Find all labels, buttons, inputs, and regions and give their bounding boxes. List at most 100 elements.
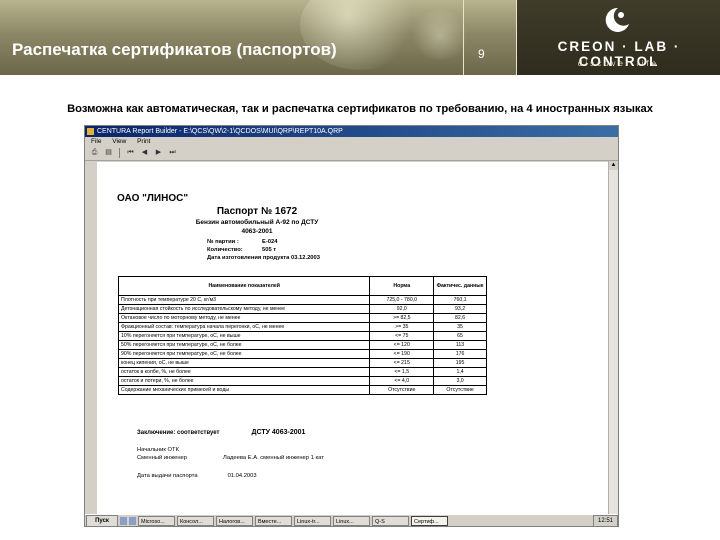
conclusion: Заключение: соответствует ДСТУ 4063-2001 bbox=[137, 429, 306, 436]
row-parameter: 90% перегоняется при температуре, оС, не… bbox=[117, 349, 371, 359]
batch-number: № партии : Е-024 bbox=[207, 239, 278, 245]
product-name: Бензин автомобильный А-92 по ДСТУ bbox=[195, 219, 319, 226]
column-header-norm: Норма bbox=[369, 276, 435, 296]
table-row: конец кипения, оС, не выше <= 215 195 bbox=[117, 358, 487, 368]
passport-title: Паспорт № 1672 bbox=[216, 206, 298, 217]
row-parameter: Октановое число по моторному методу, не … bbox=[117, 313, 371, 323]
quicklaunch-icon[interactable] bbox=[120, 516, 127, 525]
row-norm: Отсутствие bbox=[369, 385, 435, 395]
table-row: Детонационная стойкость по исследователь… bbox=[117, 304, 487, 314]
slide-title: Распечатка сертификатов (паспортов) bbox=[12, 40, 337, 59]
table-row: 90% перегоняется при температуре, оС, не… bbox=[117, 349, 487, 359]
organization-name: ОАО "ЛИНОС" bbox=[117, 193, 189, 204]
toolbar-separator bbox=[119, 148, 120, 158]
row-norm: 92,0 bbox=[369, 304, 435, 314]
row-actual: 65 bbox=[433, 331, 487, 341]
product-standard: 4063-2001 bbox=[241, 228, 273, 235]
table-row: Содержание механических примесей и воды О… bbox=[117, 385, 487, 395]
slide-number: 9 bbox=[478, 47, 485, 61]
header-divider bbox=[463, 0, 464, 75]
row-parameter: остаток и потери, %, не более bbox=[117, 376, 371, 386]
taskbar-item[interactable]: Microso... bbox=[138, 515, 175, 526]
production-date: Дата изготовления продукта 03.12.2003 bbox=[207, 255, 320, 261]
table-header-row: Наименование показателей Норма Фактичес.… bbox=[117, 276, 487, 296]
window-title: CENTURA Report Builder - E:\QCS\QW\2-1\Q… bbox=[97, 128, 343, 135]
next-page-icon[interactable]: ▶ bbox=[153, 148, 164, 158]
row-actual: 195 bbox=[433, 358, 487, 368]
certificate-table: Наименование показателей Норма Фактичес.… bbox=[117, 276, 487, 395]
taskbar-item[interactable]: Linux... bbox=[333, 515, 370, 526]
menu-file[interactable]: File bbox=[91, 138, 101, 145]
menu-bar: File View Print bbox=[85, 137, 618, 146]
creon-logo-icon bbox=[605, 7, 629, 32]
taskbar-item[interactable]: Налогов... bbox=[216, 515, 253, 526]
row-norm: >= 35 bbox=[369, 322, 435, 332]
taskbar-item-active[interactable]: Сертиф... bbox=[411, 515, 448, 526]
last-page-icon[interactable]: ⏭ bbox=[167, 148, 178, 158]
row-parameter: Фракционный состав: температура начала п… bbox=[117, 322, 371, 332]
row-actual: 113 bbox=[433, 340, 487, 350]
row-actual: 35 bbox=[433, 322, 487, 332]
header-glow-small bbox=[410, 10, 470, 60]
menu-view[interactable]: View bbox=[112, 138, 126, 145]
start-button[interactable]: Пуск bbox=[86, 514, 118, 527]
row-norm: <= 215 bbox=[369, 358, 435, 368]
quicklaunch-icon[interactable] bbox=[129, 516, 136, 525]
report-page: ОАО "ЛИНОС" Паспорт № 1672 Бензин автомо… bbox=[97, 162, 609, 514]
toolbar: ⎙ ▤ ⏮ ◀ ▶ ⏭ bbox=[85, 146, 618, 161]
row-norm: <= 1,5 bbox=[369, 367, 435, 377]
print-preview-icon[interactable]: ▤ bbox=[103, 148, 114, 158]
menu-print[interactable]: Print bbox=[137, 138, 150, 145]
first-page-icon[interactable]: ⏮ bbox=[125, 148, 136, 158]
taskbar-item[interactable]: Linux-tr... bbox=[294, 515, 331, 526]
row-parameter: Плотность при температуре 20 С, кг/м3 bbox=[117, 295, 371, 305]
row-norm: >= 82,5 bbox=[369, 313, 435, 323]
row-parameter: конец кипения, оС, не выше bbox=[117, 358, 371, 368]
taskbar-clock: 12:51 bbox=[592, 514, 618, 527]
taskbar-item[interactable]: Консол... bbox=[177, 515, 214, 526]
conclusion-standard: ДСТУ 4063-2001 bbox=[251, 429, 306, 436]
row-actual: 1,4 bbox=[433, 367, 487, 377]
row-parameter: Детонационная стойкость по исследователь… bbox=[117, 304, 371, 314]
slide-caption: Возможна как автоматическая, так и распе… bbox=[67, 103, 653, 115]
quantity: Количество: 505 т bbox=[207, 247, 277, 253]
row-norm: <= 75 bbox=[369, 331, 435, 341]
logo: CREON · LAB · CONTROL discover life bbox=[517, 0, 720, 75]
row-actual: 93,2 bbox=[433, 304, 487, 314]
table-row: остаток и потери, %, не более <= 4,0 3,0 bbox=[117, 376, 487, 386]
table-row: 50% перегоняется при температуре, оС, не… bbox=[117, 340, 487, 350]
window-titlebar[interactable]: CENTURA Report Builder - E:\QCS\QW\2-1\Q… bbox=[85, 126, 618, 137]
row-actual: 82,6 bbox=[433, 313, 487, 323]
row-actual: 760,1 bbox=[433, 295, 487, 305]
table-row: Октановое число по моторному методу, не … bbox=[117, 313, 487, 323]
table-row: остаток в колбе, %, не более <= 1,5 1,4 bbox=[117, 367, 487, 377]
row-actual: 176 bbox=[433, 349, 487, 359]
table-row: Плотность при температуре 20 С, кг/м3 725… bbox=[117, 295, 487, 305]
vertical-scrollbar[interactable]: ▲ bbox=[608, 161, 618, 514]
slide-header: Распечатка сертификатов (паспортов) 9 CR… bbox=[0, 0, 720, 75]
column-header-actual: Фактичес. данные bbox=[433, 276, 487, 296]
table-row: Фракционный состав: температура начала п… bbox=[117, 322, 487, 332]
row-parameter: 50% перегоняется при температуре, оС, не… bbox=[117, 340, 371, 350]
print-icon[interactable]: ⎙ bbox=[89, 148, 100, 158]
column-header-name: Наименование показателей bbox=[117, 276, 371, 296]
row-parameter: 10% перегоняется при температуре, оС, не… bbox=[117, 331, 371, 341]
logo-tagline: discover life bbox=[577, 59, 660, 68]
signature-qc-head: Начальник ОТК bbox=[137, 447, 179, 453]
prev-page-icon[interactable]: ◀ bbox=[139, 148, 150, 158]
row-norm: <= 4,0 bbox=[369, 376, 435, 386]
row-actual: Отсутствие bbox=[433, 385, 487, 395]
report-builder-window: CENTURA Report Builder - E:\QCS\QW\2-1\Q… bbox=[84, 125, 619, 527]
row-actual: 3,0 bbox=[433, 376, 487, 386]
app-icon bbox=[87, 128, 94, 135]
row-parameter: Содержание механических примесей и воды bbox=[117, 385, 371, 395]
scroll-up-icon[interactable]: ▲ bbox=[609, 161, 618, 170]
row-norm: <= 190 bbox=[369, 349, 435, 359]
row-norm: 725,0 - 780,0 bbox=[369, 295, 435, 305]
row-norm: <= 120 bbox=[369, 340, 435, 350]
signature-shift-engineer: Сменный инженер Ладеева Е.А. сменный инже… bbox=[137, 455, 324, 461]
windows-taskbar: Пуск Microso... Консол... Налогов... Вме… bbox=[85, 514, 618, 527]
taskbar-item[interactable]: Вместе... bbox=[255, 515, 292, 526]
table-body: Плотность при температуре 20 С, кг/м3 725… bbox=[117, 295, 487, 395]
taskbar-item[interactable]: Q-S bbox=[372, 515, 409, 526]
